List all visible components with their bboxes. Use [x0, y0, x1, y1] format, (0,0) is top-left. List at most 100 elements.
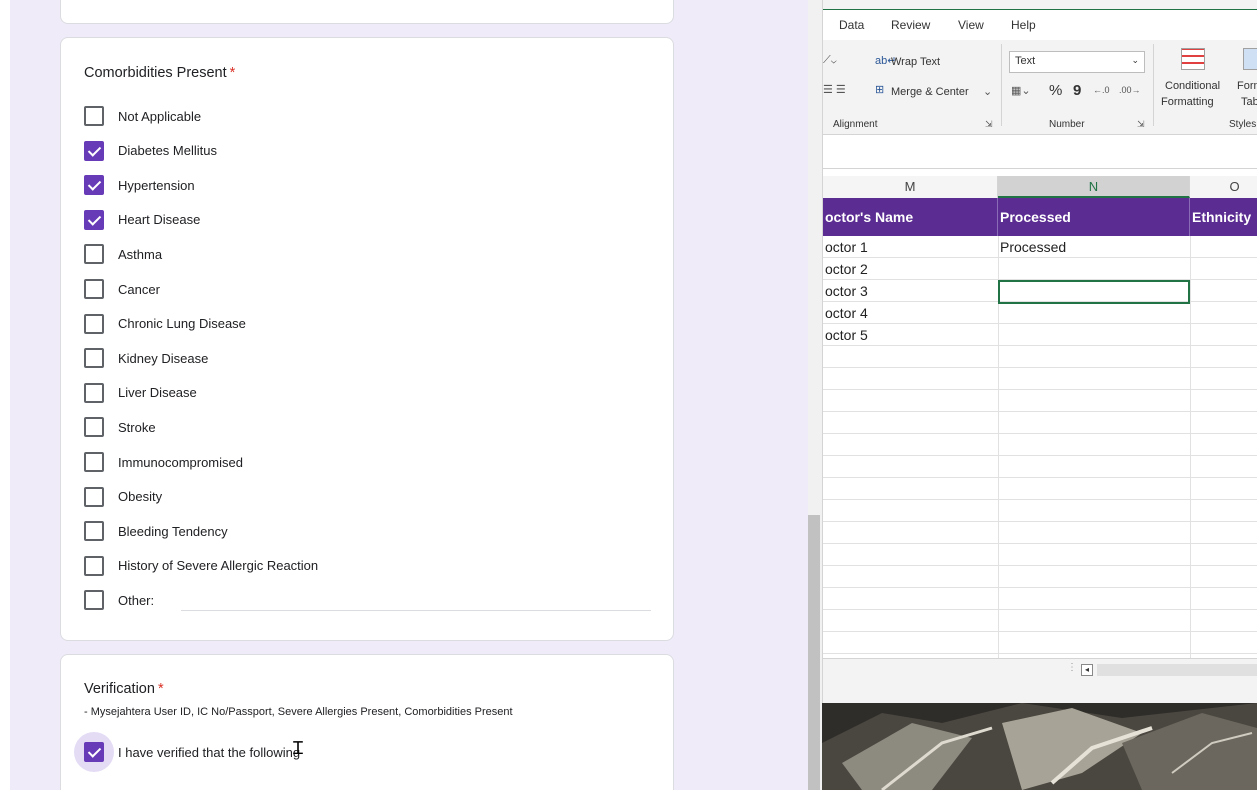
- comorbidity-option[interactable]: Immunocompromised: [84, 450, 243, 474]
- accounting-format-icon[interactable]: ▦⌄: [1011, 84, 1031, 97]
- table-row: [823, 390, 1257, 412]
- comorbidity-checkbox[interactable]: [84, 313, 104, 334]
- wrap-text-button[interactable]: Wrap Text: [891, 56, 940, 68]
- merge-center-button[interactable]: Merge & Center: [891, 86, 969, 98]
- form-scrollbar-thumb[interactable]: [808, 515, 820, 790]
- comorbidity-option[interactable]: History of Severe Allergic Reaction: [84, 554, 318, 578]
- table-cell[interactable]: octor 1: [823, 236, 868, 258]
- table-cell[interactable]: octor 5: [823, 324, 868, 346]
- column-header-m[interactable]: M: [823, 176, 998, 198]
- previous-question-card: [60, 0, 674, 24]
- comorbidity-option[interactable]: Kidney Disease: [84, 346, 208, 370]
- comorbidity-checkbox[interactable]: [84, 279, 104, 299]
- table-cell[interactable]: octor 2: [823, 258, 868, 280]
- other-text-input[interactable]: [181, 610, 651, 611]
- table-cell[interactable]: Processed: [998, 236, 1066, 258]
- tab-view[interactable]: View: [958, 18, 984, 32]
- indent-icon[interactable]: ☰ ☰: [823, 83, 846, 96]
- horizontal-scroll-track[interactable]: [1097, 664, 1257, 676]
- verification-title-text: Verification: [84, 681, 155, 697]
- comorbidity-option[interactable]: Asthma: [84, 242, 162, 266]
- comorbidity-option[interactable]: Not Applicable: [84, 104, 201, 128]
- format-table-label-2[interactable]: Tab: [1241, 96, 1257, 108]
- dialog-launcher-icon[interactable]: ⇲: [985, 119, 993, 130]
- comorbidity-option[interactable]: Cancer: [84, 277, 160, 301]
- horizontal-scrollbar[interactable]: ⋮ ◂: [823, 658, 1257, 680]
- column-header-n[interactable]: N: [998, 176, 1190, 198]
- tab-help[interactable]: Help: [1011, 18, 1036, 32]
- decrease-decimal-icon[interactable]: .00→: [1119, 85, 1141, 95]
- comorbidity-checkbox[interactable]: [84, 140, 104, 161]
- table-cell[interactable]: octor 4: [823, 302, 868, 324]
- comorbidity-checkbox[interactable]: [84, 175, 104, 196]
- table-row: [823, 566, 1257, 588]
- verification-checkbox[interactable]: [84, 742, 104, 762]
- split-handle-icon[interactable]: ⋮: [1067, 662, 1077, 673]
- header-cell-ethnicity[interactable]: Ethnicity: [1190, 198, 1257, 236]
- header-cell-processed[interactable]: Processed: [998, 198, 1190, 236]
- verification-checkbox-row[interactable]: I have verified that the following: [84, 740, 300, 764]
- orientation-icon[interactable]: ⟋⌄: [823, 54, 837, 67]
- comorbidity-option[interactable]: Hypertension: [84, 173, 195, 197]
- tab-data[interactable]: Data: [839, 18, 864, 32]
- comorbidity-checkbox[interactable]: [84, 452, 104, 472]
- comorbidity-option[interactable]: Heart Disease: [84, 208, 200, 232]
- number-format-select[interactable]: Text ⌄: [1009, 51, 1145, 73]
- format-table-label-1[interactable]: Form: [1237, 80, 1257, 92]
- comorbidity-checkbox[interactable]: [84, 244, 104, 265]
- comorbidity-label: Heart Disease: [118, 212, 201, 228]
- verification-title: Verification *: [84, 681, 164, 697]
- chevron-down-icon[interactable]: ⌄: [983, 85, 992, 98]
- comorbidity-checkbox[interactable]: [84, 555, 104, 576]
- comorbidity-label: Liver Disease: [118, 385, 197, 401]
- table-header-row: octor's Name Processed Ethnicity: [823, 198, 1257, 236]
- comma-button[interactable]: 9: [1073, 82, 1081, 99]
- group-separator: [1001, 44, 1002, 126]
- comorbidity-option[interactable]: Chronic Lung Disease: [84, 312, 246, 336]
- format-as-table-icon[interactable]: [1243, 48, 1257, 70]
- scroll-left-button[interactable]: ◂: [1081, 664, 1093, 676]
- column-gridline: [1190, 236, 1191, 658]
- comorbidity-option[interactable]: Stroke: [84, 415, 156, 439]
- comorbidity-label: History of Severe Allergic Reaction: [118, 558, 319, 574]
- conditional-formatting-label-1[interactable]: Conditional: [1165, 80, 1220, 92]
- comorbidity-option[interactable]: Diabetes Mellitus: [84, 139, 217, 163]
- formula-bar[interactable]: [823, 135, 1257, 169]
- comorbidities-title: Comorbidities Present *: [84, 65, 235, 81]
- active-cell-selection[interactable]: [998, 280, 1190, 304]
- tab-review[interactable]: Review: [891, 18, 930, 32]
- table-row: [823, 500, 1257, 522]
- comorbidity-label: Bleeding Tendency: [118, 523, 228, 539]
- ribbon: ⟋⌄ ab↵ Wrap Text ☰ ☰ ⊞ Merge & Center ⌄ …: [823, 40, 1257, 135]
- comorbidity-option[interactable]: Bleeding Tendency: [84, 519, 228, 543]
- column-header-o[interactable]: O: [1190, 176, 1257, 198]
- comorbidity-checkbox[interactable]: [84, 521, 104, 542]
- comorbidity-checkbox[interactable]: [84, 382, 104, 403]
- comorbidity-option[interactable]: Other:: [84, 588, 154, 612]
- spreadsheet-grid: octor's Name Processed Ethnicity octor 1…: [823, 198, 1257, 658]
- comorbidity-label: Other:: [118, 592, 155, 608]
- table-row: [823, 434, 1257, 456]
- comorbidity-checkbox[interactable]: [84, 348, 104, 369]
- verification-description: - Mysejahtera User ID, IC No/Passport, S…: [84, 706, 513, 718]
- comorbidity-label: Kidney Disease: [118, 350, 209, 366]
- comorbidities-title-text: Comorbidities Present: [84, 65, 227, 81]
- percent-button[interactable]: %: [1049, 82, 1062, 99]
- comorbidity-option[interactable]: Liver Disease: [84, 381, 197, 405]
- header-cell-doctors-name[interactable]: octor's Name: [823, 198, 998, 236]
- comorbidity-checkbox[interactable]: [84, 106, 104, 126]
- comorbidity-option[interactable]: Obesity: [84, 485, 162, 509]
- table-cell[interactable]: octor 3: [823, 280, 868, 302]
- comorbidity-label: Stroke: [118, 419, 156, 435]
- alignment-group-label: Alignment: [833, 119, 878, 130]
- comorbidity-checkbox[interactable]: [84, 209, 104, 230]
- table-row: [823, 544, 1257, 566]
- comorbidity-checkbox[interactable]: [84, 486, 104, 507]
- dialog-launcher-icon[interactable]: ⇲: [1137, 119, 1145, 130]
- mountain-image: [822, 703, 1257, 790]
- conditional-formatting-label-2[interactable]: Formatting: [1161, 96, 1214, 108]
- increase-decimal-icon[interactable]: ←.0: [1093, 85, 1110, 95]
- conditional-formatting-icon[interactable]: [1181, 48, 1205, 70]
- comorbidity-checkbox[interactable]: [84, 417, 104, 438]
- comorbidity-checkbox[interactable]: [84, 590, 104, 611]
